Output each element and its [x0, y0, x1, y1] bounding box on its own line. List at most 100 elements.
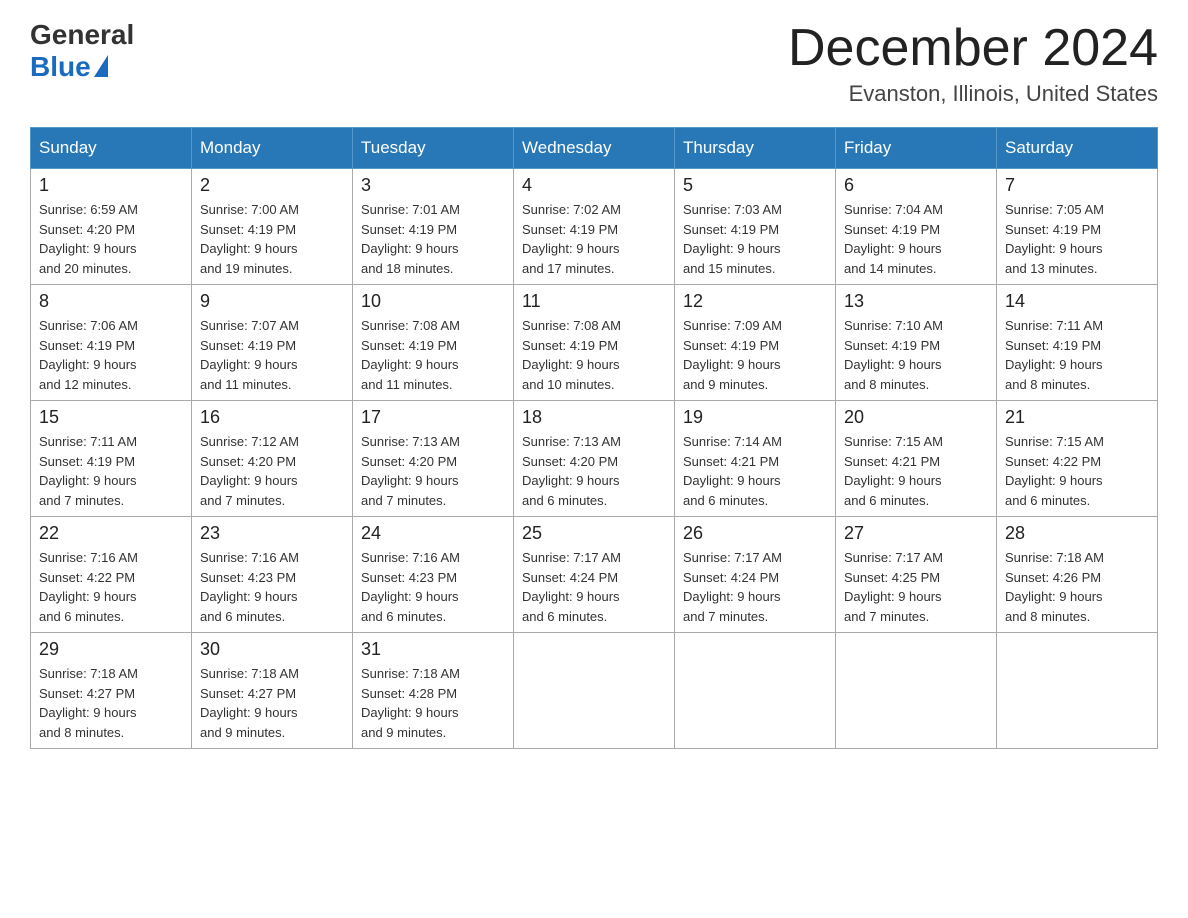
day-number: 28 — [1005, 523, 1149, 544]
month-title: December 2024 — [788, 20, 1158, 77]
day-number: 24 — [361, 523, 505, 544]
calendar-cell: 8 Sunrise: 7:06 AM Sunset: 4:19 PM Dayli… — [31, 285, 192, 401]
day-number: 1 — [39, 175, 183, 196]
day-number: 3 — [361, 175, 505, 196]
day-number: 29 — [39, 639, 183, 660]
day-info: Sunrise: 7:09 AM Sunset: 4:19 PM Dayligh… — [683, 316, 827, 394]
calendar-cell: 10 Sunrise: 7:08 AM Sunset: 4:19 PM Dayl… — [353, 285, 514, 401]
day-number: 10 — [361, 291, 505, 312]
calendar-cell — [514, 633, 675, 749]
col-saturday: Saturday — [997, 128, 1158, 169]
page-header: General Blue December 2024 Evanston, Ill… — [30, 20, 1158, 107]
day-number: 31 — [361, 639, 505, 660]
day-number: 18 — [522, 407, 666, 428]
day-info: Sunrise: 7:05 AM Sunset: 4:19 PM Dayligh… — [1005, 200, 1149, 278]
calendar-cell: 1 Sunrise: 6:59 AM Sunset: 4:20 PM Dayli… — [31, 169, 192, 285]
calendar-cell: 31 Sunrise: 7:18 AM Sunset: 4:28 PM Dayl… — [353, 633, 514, 749]
calendar-cell: 19 Sunrise: 7:14 AM Sunset: 4:21 PM Dayl… — [675, 401, 836, 517]
calendar-cell: 23 Sunrise: 7:16 AM Sunset: 4:23 PM Dayl… — [192, 517, 353, 633]
day-number: 8 — [39, 291, 183, 312]
day-number: 16 — [200, 407, 344, 428]
day-info: Sunrise: 7:07 AM Sunset: 4:19 PM Dayligh… — [200, 316, 344, 394]
day-info: Sunrise: 6:59 AM Sunset: 4:20 PM Dayligh… — [39, 200, 183, 278]
calendar-cell: 22 Sunrise: 7:16 AM Sunset: 4:22 PM Dayl… — [31, 517, 192, 633]
calendar-cell: 30 Sunrise: 7:18 AM Sunset: 4:27 PM Dayl… — [192, 633, 353, 749]
day-number: 11 — [522, 291, 666, 312]
day-info: Sunrise: 7:17 AM Sunset: 4:24 PM Dayligh… — [683, 548, 827, 626]
calendar-cell: 27 Sunrise: 7:17 AM Sunset: 4:25 PM Dayl… — [836, 517, 997, 633]
day-number: 23 — [200, 523, 344, 544]
day-number: 4 — [522, 175, 666, 196]
col-monday: Monday — [192, 128, 353, 169]
day-number: 26 — [683, 523, 827, 544]
day-info: Sunrise: 7:14 AM Sunset: 4:21 PM Dayligh… — [683, 432, 827, 510]
day-number: 6 — [844, 175, 988, 196]
calendar-cell — [675, 633, 836, 749]
calendar-cell: 18 Sunrise: 7:13 AM Sunset: 4:20 PM Dayl… — [514, 401, 675, 517]
day-number: 30 — [200, 639, 344, 660]
day-info: Sunrise: 7:08 AM Sunset: 4:19 PM Dayligh… — [522, 316, 666, 394]
calendar-cell: 28 Sunrise: 7:18 AM Sunset: 4:26 PM Dayl… — [997, 517, 1158, 633]
days-of-week-row: Sunday Monday Tuesday Wednesday Thursday… — [31, 128, 1158, 169]
calendar-cell: 21 Sunrise: 7:15 AM Sunset: 4:22 PM Dayl… — [997, 401, 1158, 517]
calendar-cell: 14 Sunrise: 7:11 AM Sunset: 4:19 PM Dayl… — [997, 285, 1158, 401]
calendar-cell: 20 Sunrise: 7:15 AM Sunset: 4:21 PM Dayl… — [836, 401, 997, 517]
day-info: Sunrise: 7:16 AM Sunset: 4:22 PM Dayligh… — [39, 548, 183, 626]
day-number: 15 — [39, 407, 183, 428]
day-info: Sunrise: 7:18 AM Sunset: 4:27 PM Dayligh… — [200, 664, 344, 742]
day-info: Sunrise: 7:04 AM Sunset: 4:19 PM Dayligh… — [844, 200, 988, 278]
col-thursday: Thursday — [675, 128, 836, 169]
day-info: Sunrise: 7:01 AM Sunset: 4:19 PM Dayligh… — [361, 200, 505, 278]
day-number: 2 — [200, 175, 344, 196]
day-number: 21 — [1005, 407, 1149, 428]
calendar-cell: 26 Sunrise: 7:17 AM Sunset: 4:24 PM Dayl… — [675, 517, 836, 633]
day-number: 14 — [1005, 291, 1149, 312]
calendar-cell: 4 Sunrise: 7:02 AM Sunset: 4:19 PM Dayli… — [514, 169, 675, 285]
day-info: Sunrise: 7:15 AM Sunset: 4:21 PM Dayligh… — [844, 432, 988, 510]
day-info: Sunrise: 7:13 AM Sunset: 4:20 PM Dayligh… — [522, 432, 666, 510]
col-tuesday: Tuesday — [353, 128, 514, 169]
day-info: Sunrise: 7:06 AM Sunset: 4:19 PM Dayligh… — [39, 316, 183, 394]
calendar-cell: 15 Sunrise: 7:11 AM Sunset: 4:19 PM Dayl… — [31, 401, 192, 517]
day-number: 27 — [844, 523, 988, 544]
day-number: 7 — [1005, 175, 1149, 196]
day-info: Sunrise: 7:15 AM Sunset: 4:22 PM Dayligh… — [1005, 432, 1149, 510]
calendar-cell: 16 Sunrise: 7:12 AM Sunset: 4:20 PM Dayl… — [192, 401, 353, 517]
logo-triangle-icon — [94, 55, 108, 77]
day-number: 25 — [522, 523, 666, 544]
week-row-1: 1 Sunrise: 6:59 AM Sunset: 4:20 PM Dayli… — [31, 169, 1158, 285]
day-number: 17 — [361, 407, 505, 428]
day-number: 22 — [39, 523, 183, 544]
calendar-cell: 13 Sunrise: 7:10 AM Sunset: 4:19 PM Dayl… — [836, 285, 997, 401]
logo: General Blue — [30, 20, 134, 83]
day-info: Sunrise: 7:18 AM Sunset: 4:28 PM Dayligh… — [361, 664, 505, 742]
day-number: 5 — [683, 175, 827, 196]
day-info: Sunrise: 7:08 AM Sunset: 4:19 PM Dayligh… — [361, 316, 505, 394]
calendar-cell: 6 Sunrise: 7:04 AM Sunset: 4:19 PM Dayli… — [836, 169, 997, 285]
col-wednesday: Wednesday — [514, 128, 675, 169]
calendar-cell: 2 Sunrise: 7:00 AM Sunset: 4:19 PM Dayli… — [192, 169, 353, 285]
calendar-body: 1 Sunrise: 6:59 AM Sunset: 4:20 PM Dayli… — [31, 169, 1158, 749]
col-sunday: Sunday — [31, 128, 192, 169]
calendar-cell: 25 Sunrise: 7:17 AM Sunset: 4:24 PM Dayl… — [514, 517, 675, 633]
day-info: Sunrise: 7:11 AM Sunset: 4:19 PM Dayligh… — [39, 432, 183, 510]
calendar-cell: 3 Sunrise: 7:01 AM Sunset: 4:19 PM Dayli… — [353, 169, 514, 285]
calendar-cell — [836, 633, 997, 749]
week-row-5: 29 Sunrise: 7:18 AM Sunset: 4:27 PM Dayl… — [31, 633, 1158, 749]
day-number: 12 — [683, 291, 827, 312]
logo-general-text: General — [30, 20, 134, 51]
week-row-3: 15 Sunrise: 7:11 AM Sunset: 4:19 PM Dayl… — [31, 401, 1158, 517]
location-text: Evanston, Illinois, United States — [788, 81, 1158, 107]
calendar-cell: 12 Sunrise: 7:09 AM Sunset: 4:19 PM Dayl… — [675, 285, 836, 401]
day-info: Sunrise: 7:03 AM Sunset: 4:19 PM Dayligh… — [683, 200, 827, 278]
day-number: 9 — [200, 291, 344, 312]
calendar-cell — [997, 633, 1158, 749]
day-number: 13 — [844, 291, 988, 312]
day-info: Sunrise: 7:00 AM Sunset: 4:19 PM Dayligh… — [200, 200, 344, 278]
calendar-cell: 11 Sunrise: 7:08 AM Sunset: 4:19 PM Dayl… — [514, 285, 675, 401]
day-number: 20 — [844, 407, 988, 428]
day-info: Sunrise: 7:16 AM Sunset: 4:23 PM Dayligh… — [361, 548, 505, 626]
col-friday: Friday — [836, 128, 997, 169]
title-section: December 2024 Evanston, Illinois, United… — [788, 20, 1158, 107]
day-info: Sunrise: 7:17 AM Sunset: 4:24 PM Dayligh… — [522, 548, 666, 626]
